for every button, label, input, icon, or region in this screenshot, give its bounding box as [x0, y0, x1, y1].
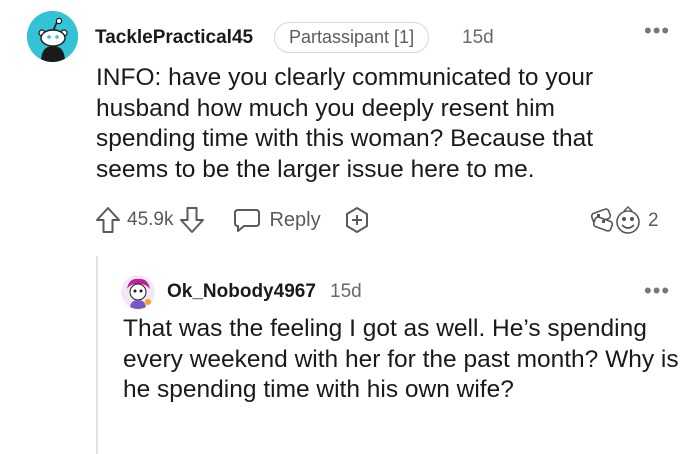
award-count: 2 — [648, 210, 659, 231]
plus-award-icon — [345, 207, 368, 233]
snoo-avatar-icon — [27, 11, 78, 62]
reply-label: Reply — [269, 208, 321, 231]
username[interactable]: TacklePractical45 — [95, 27, 253, 49]
thread-line[interactable] — [96, 256, 98, 454]
give-award-button[interactable] — [343, 206, 371, 234]
speech-bubble-icon — [234, 209, 261, 232]
downvote-button[interactable] — [179, 206, 205, 234]
snoo-avatar-icon — [121, 275, 155, 309]
arrow-down-icon — [180, 207, 205, 233]
user-flair-badge: Partassipant [1] — [274, 22, 430, 53]
reply-user-avatar[interactable] — [121, 275, 155, 309]
upvote-button[interactable] — [95, 206, 121, 234]
reply-timestamp: 15d — [330, 281, 362, 302]
reply-username[interactable]: Ok_Nobody4967 — [167, 281, 316, 303]
reply-body: That was the feeling I got as well. He’s… — [123, 315, 679, 403]
reply-more-options-icon[interactable]: ••• — [644, 280, 670, 302]
comment-body: INFO: have you clearly communicated to y… — [96, 64, 594, 183]
reply-button[interactable]: Reply — [233, 207, 321, 233]
award-badges-icon — [590, 206, 640, 234]
more-options-icon[interactable]: ••• — [644, 20, 670, 42]
comment-actions: 45.9k Reply — [95, 204, 371, 236]
timestamp: 15d — [462, 27, 494, 48]
vote-count: 45.9k — [127, 209, 174, 230]
arrow-up-icon — [96, 207, 120, 233]
user-avatar[interactable] — [27, 11, 78, 62]
awards-received[interactable]: 2 — [588, 206, 659, 236]
